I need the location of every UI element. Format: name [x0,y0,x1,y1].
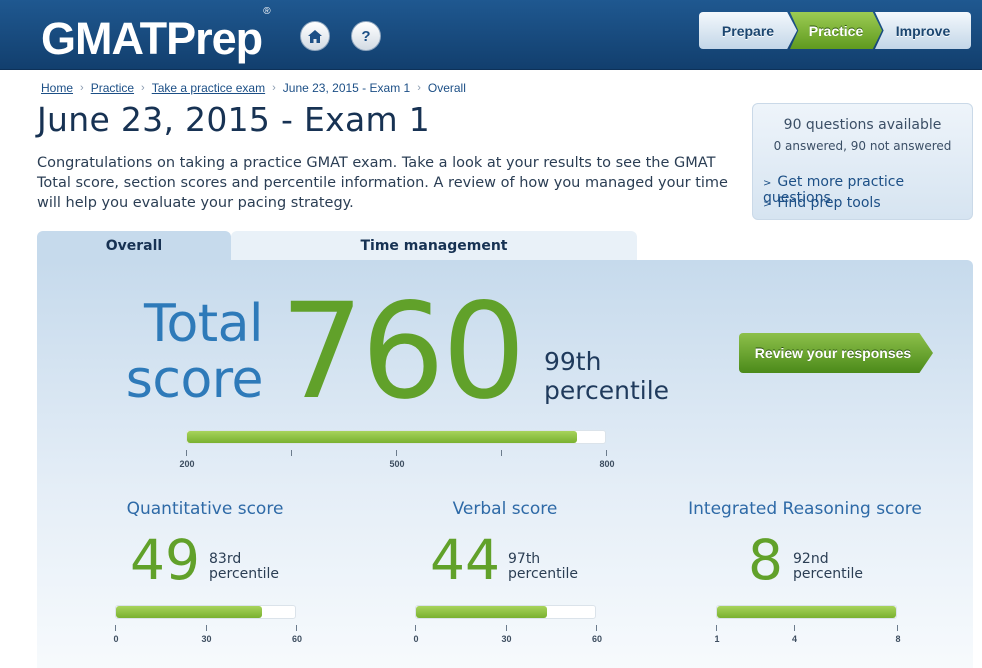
verbal-axis-tick-label: 60 [591,634,603,644]
quantitative-axis-tick-label: 0 [113,634,119,644]
breadcrumb-practice[interactable]: Practice [91,81,134,95]
breadcrumb-separator: › [417,82,421,94]
total-score-axis-minor-tick [291,450,292,456]
quantitative-score-bar-fill [116,606,263,618]
top-header: GMATPrep® ? Prepare Practice Improve [0,0,982,70]
total-score-axis-tick [186,450,187,456]
quantitative-axis-tick-label: 30 [201,634,212,644]
total-label-line2: score [125,350,264,410]
integrated-reasoning-score-bar [716,605,897,619]
quantitative-percentile-word: percentile [209,566,280,582]
total-percentile-value: 99th [544,347,602,376]
breadcrumb-separator: › [80,82,84,94]
integrated-reasoning-title: Integrated Reasoning score [688,499,922,519]
integrated-reasoning-axis-tick-label: 8 [895,634,901,644]
total-score-axis-tick [606,450,607,456]
total-score-bar [186,430,606,444]
tab-time-management[interactable]: Time management [231,231,637,261]
verbal-score-bar-fill [416,606,548,618]
chevron-right-icon: > [763,199,772,210]
nav-improve[interactable]: Improve [875,12,971,49]
verbal-percentile: 97th percentile [508,552,578,582]
breadcrumb: Home › Practice › Take a practice exam ›… [41,81,466,95]
home-icon [308,29,322,43]
total-score-axis-minor-tick [501,450,502,456]
total-score-value: 760 [280,275,526,429]
breadcrumb-separator: › [272,82,276,94]
registered-mark: ® [263,6,270,17]
verbal-title: Verbal score [452,499,558,519]
logo-text: GMATPrep [41,13,263,64]
quantitative-axis-tick [115,625,116,631]
quantitative-percentile-value: 83rd [209,551,242,567]
verbal-axis-tick-label: 30 [501,634,512,644]
tab-overall[interactable]: Overall [37,231,231,261]
quantitative-score-bar [115,605,296,619]
gmatprep-logo[interactable]: GMATPrep® [41,6,271,65]
total-score-bar-fill [187,431,578,443]
link-label: Find prep tools [777,195,881,211]
home-button[interactable] [300,21,330,51]
verbal-percentile-word: percentile [508,566,579,582]
total-score-axis-tick-label: 500 [389,459,405,469]
questions-available: 90 questions available [783,117,942,133]
integrated-reasoning-axis-tick [793,625,795,631]
quantitative-score: 49 [130,528,200,592]
integrated-reasoning-axis-tick [897,625,898,631]
nav-prepare[interactable]: Prepare [699,12,797,49]
verbal-score: 44 [430,528,500,592]
verbal-percentile-value: 97th [508,551,541,567]
quantitative-title: Quantitative score [126,499,284,519]
verbal-axis-tick-label: 0 [413,634,419,644]
integrated-reasoning-percentile: 92nd percentile [793,552,863,582]
total-score-label: Total score [100,294,264,410]
page-title: June 23, 2015 - Exam 1 [37,100,431,139]
help-icon: ? [361,27,371,45]
total-percentile-word: percentile [544,376,670,405]
intro-text: Congratulations on taking a practice GMA… [37,155,728,211]
verbal-axis-tick [596,625,597,631]
integrated-reasoning-percentile-word: percentile [793,566,864,582]
integrated-reasoning-score: 8 [748,528,783,592]
integrated-reasoning-axis-tick-label: 1 [714,634,720,644]
find-prep-tools-link[interactable]: > Find prep tools [763,195,881,211]
breadcrumb-take-exam[interactable]: Take a practice exam [152,81,265,95]
quantitative-axis-tick-label: 60 [291,634,303,644]
integrated-reasoning-axis-tick-label: 4 [792,634,798,644]
integrated-reasoning-axis-tick [716,625,717,631]
total-percentile: 99th percentile [544,347,669,405]
total-score-axis-tick-label: 800 [599,459,615,469]
questions-summary-box: 90 questions available 0 answered, 90 no… [752,103,973,220]
total-label-line1: Total [144,294,263,354]
verbal-score-bar [415,605,596,619]
verbal-axis-tick [415,625,416,631]
chevron-right-icon: > [763,178,772,189]
answered-summary: 0 answered, 90 not answered [773,139,952,153]
breadcrumb-separator: › [141,82,145,94]
total-score-axis-tick [396,450,397,456]
integrated-reasoning-percentile-value: 92nd [793,551,829,567]
verbal-axis-tick [505,625,507,631]
nav-practice[interactable]: Practice [790,12,882,49]
quantitative-percentile: 83rd percentile [209,552,279,582]
review-responses-button[interactable]: Review your responses [739,333,933,373]
breadcrumb-home[interactable]: Home [41,81,73,95]
help-button[interactable]: ? [351,21,381,51]
total-score-axis-tick-label: 200 [179,459,195,469]
quantitative-axis-tick [296,625,297,631]
breadcrumb-current: Overall [427,81,466,95]
integrated-reasoning-score-bar-fill [717,606,896,618]
breadcrumb-exam: June 23, 2015 - Exam 1 [282,81,411,95]
quantitative-axis-tick [205,625,207,631]
